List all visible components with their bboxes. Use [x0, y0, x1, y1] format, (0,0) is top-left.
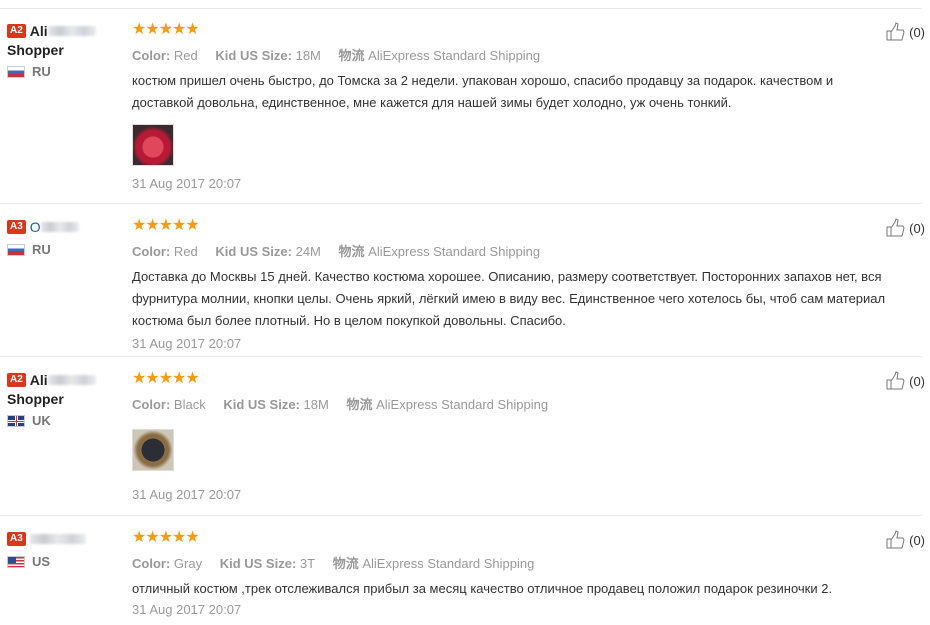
shipping-label: 物流 [338, 48, 365, 63]
color-value: Red [173, 48, 198, 63]
helpful-count: (0) [909, 532, 925, 548]
top-divider [0, 8, 922, 9]
thumbs-up-icon [886, 530, 905, 549]
country-code: RU [32, 242, 51, 257]
helpful-count: (0) [909, 373, 925, 389]
helpful-button[interactable]: (0) [886, 530, 925, 550]
country-code: UK [32, 413, 51, 428]
reviewer-name-line2: Shopper [7, 42, 64, 58]
uk-flag-icon [7, 414, 25, 427]
blurred-name [47, 25, 96, 36]
thumbs-up-icon [886, 218, 905, 237]
color-label: Color: [132, 397, 171, 412]
review-attributes: Color: Black Kid US Size: 18M 物流 AliExpr… [132, 394, 892, 413]
size-value: 18M [295, 48, 321, 63]
blurred-name [29, 533, 86, 544]
shipping-label: 物流 [346, 397, 373, 412]
star-rating: ★★★★★ [132, 529, 200, 546]
reviewer-info: A2 Ali Shopper UK [7, 371, 122, 428]
review-date: 31 Aug 2017 20:07 [132, 487, 242, 502]
russia-flag-icon [7, 243, 25, 256]
helpful-button[interactable]: (0) [886, 22, 925, 42]
buyer-level-badge: A3 [7, 531, 26, 546]
color-value: Black [173, 397, 206, 412]
shipping-value: AliExpress Standard Shipping [376, 397, 549, 412]
us-flag-icon [7, 555, 25, 568]
star-rating: ★★★★★ [132, 21, 200, 38]
reviewer-name-line2: Shopper [7, 391, 64, 407]
review-body: ★★★★★ Color: Gray Kid US Size: 3T 物流 Ali… [132, 529, 892, 618]
color-label: Color: [132, 244, 171, 259]
reviewer-info: A3 O RU [7, 218, 122, 257]
reviewer-name[interactable]: O [30, 219, 41, 235]
review-photo-thumbnail[interactable] [132, 124, 174, 166]
review-divider [0, 203, 922, 204]
size-label: Kid US Size: [223, 397, 300, 412]
review-divider [0, 515, 922, 516]
size-label: Kid US Size: [215, 48, 292, 63]
size-value: 24M [295, 244, 321, 259]
review-date: 31 Aug 2017 20:07 [132, 336, 242, 351]
reviewer-name[interactable]: Ali [30, 372, 48, 388]
buyer-level-badge: A2 [7, 23, 26, 38]
review-text: костюм пришел очень быстро, до Томска за… [132, 73, 834, 110]
shipping-value: AliExpress Standard Shipping [362, 556, 535, 571]
buyer-level-badge: A3 [7, 219, 26, 234]
reviewer-country: RU [7, 242, 122, 257]
thumbs-up-icon [886, 22, 905, 41]
review-body: ★★★★★ Color: Black Kid US Size: 18M 物流 A… [132, 371, 892, 502]
review-attributes: Color: Gray Kid US Size: 3T 物流 AliExpres… [132, 553, 892, 572]
blurred-name [47, 374, 96, 385]
review-photo-thumbnail[interactable] [132, 429, 174, 471]
shipping-value: AliExpress Standard Shipping [368, 48, 541, 63]
review-date: 31 Aug 2017 20:07 [132, 602, 242, 617]
color-value: Red [173, 244, 198, 259]
review-body: ★★★★★ Color: Red Kid US Size: 18M 物流 Ali… [132, 22, 892, 191]
reviewer-country: US [7, 554, 122, 569]
review-attributes: Color: Red Kid US Size: 18M 物流 AliExpres… [132, 45, 892, 64]
buyer-level-badge: A2 [7, 372, 26, 387]
star-rating: ★★★★★ [132, 370, 200, 387]
review-text: отличный костюм ,трек отслеживался прибы… [132, 581, 833, 596]
russia-flag-icon [7, 65, 25, 78]
country-code: US [32, 554, 51, 569]
shipping-label: 物流 [332, 556, 359, 571]
shipping-value: AliExpress Standard Shipping [368, 244, 541, 259]
size-value: 3T [299, 556, 316, 571]
blurred-name [40, 221, 79, 232]
review-attributes: Color: Red Kid US Size: 24M 物流 AliExpres… [132, 241, 892, 260]
reviewer-country: RU [7, 64, 122, 79]
reviewer-info: A2 Ali Shopper RU [7, 22, 122, 79]
helpful-count: (0) [909, 24, 925, 40]
color-value: Gray [173, 556, 203, 571]
review-text: Доставка до Москвы 15 дней. Качество кос… [132, 269, 886, 328]
review-date: 31 Aug 2017 20:07 [132, 176, 242, 191]
reviewer-name[interactable]: Ali [30, 23, 48, 39]
star-rating: ★★★★★ [132, 217, 200, 234]
size-label: Kid US Size: [215, 244, 292, 259]
shipping-label: 物流 [338, 244, 365, 259]
review-divider [0, 356, 922, 357]
color-label: Color: [132, 556, 171, 571]
review-body: ★★★★★ Color: Red Kid US Size: 24M 物流 Ali… [132, 217, 892, 352]
helpful-button[interactable]: (0) [886, 371, 925, 391]
helpful-button[interactable]: (0) [886, 218, 925, 238]
country-code: RU [32, 64, 51, 79]
size-label: Kid US Size: [219, 556, 297, 571]
thumbs-up-icon [886, 371, 905, 390]
color-label: Color: [132, 48, 171, 63]
size-value: 18M [303, 397, 329, 412]
reviewer-info: A3 US [7, 530, 122, 569]
reviewer-country: UK [7, 413, 122, 428]
helpful-count: (0) [909, 220, 925, 236]
